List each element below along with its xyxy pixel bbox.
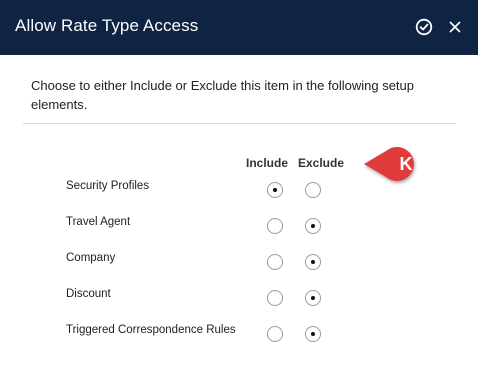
callout-letter: K <box>399 154 413 174</box>
exclude-radio[interactable] <box>305 290 321 306</box>
close-icon <box>449 21 461 33</box>
setup-element-row: Discount <box>0 288 478 308</box>
include-radio[interactable] <box>267 218 283 234</box>
include-radio[interactable] <box>267 290 283 306</box>
exclude-radio[interactable] <box>305 182 321 198</box>
setup-element-label: Triggered Correspondence Rules <box>66 324 236 336</box>
close-button[interactable] <box>445 17 465 37</box>
include-radio[interactable] <box>267 326 283 342</box>
setup-element-row: Travel Agent <box>0 216 478 236</box>
exclude-radio[interactable] <box>305 254 321 270</box>
setup-element-row: Triggered Correspondence Rules <box>0 324 478 344</box>
exclude-radio[interactable] <box>305 218 321 234</box>
callout-badge: K <box>362 144 434 184</box>
dialog-description: Choose to either Include or Exclude this… <box>31 78 414 112</box>
divider <box>23 123 456 124</box>
include-column-header: Include <box>246 156 289 170</box>
exclude-column-header: Exclude <box>298 156 345 170</box>
setup-element-label: Company <box>66 252 116 264</box>
check-circle-icon <box>415 18 433 36</box>
include-radio[interactable] <box>267 254 283 270</box>
setup-element-row: Company <box>0 252 478 272</box>
dialog-title: Allow Rate Type Access <box>15 16 199 35</box>
dialog-header: Allow Rate Type Access <box>0 0 478 55</box>
setup-element-label: Discount <box>66 288 111 300</box>
exclude-radio[interactable] <box>305 326 321 342</box>
confirm-button[interactable] <box>414 17 434 37</box>
setup-element-label: Travel Agent <box>66 216 131 228</box>
include-radio[interactable] <box>267 182 283 198</box>
setup-element-label: Security Profiles <box>66 180 150 192</box>
